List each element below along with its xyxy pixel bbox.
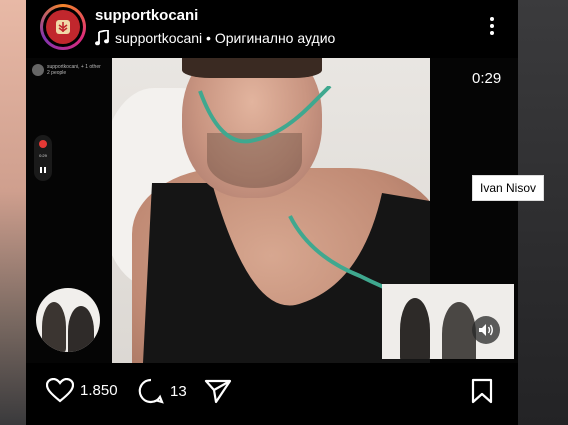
pip-circle-video[interactable]	[36, 288, 100, 352]
background-right	[518, 0, 568, 425]
person-right-a	[400, 298, 430, 359]
more-vertical-icon[interactable]	[484, 14, 500, 38]
hair	[182, 58, 322, 78]
person-left-b	[68, 306, 94, 352]
instagram-post: supportkocani supportkocani • Оригинално…	[26, 0, 518, 425]
oxygen-tube	[198, 86, 390, 292]
speaker-icon[interactable]	[472, 316, 500, 344]
person-right-b	[442, 302, 476, 359]
bookmark-icon[interactable]	[471, 378, 493, 404]
recording-indicator[interactable]: 0:29	[34, 135, 52, 181]
comment-count: 13	[170, 382, 187, 400]
post-actions: 1.850 13	[26, 363, 518, 425]
like-action[interactable]: 1.850	[46, 378, 118, 403]
like-count: 1.850	[80, 382, 118, 399]
call-subtitle: 2 people	[47, 70, 67, 76]
call-info: supportkocani, + 1 other 2 people	[32, 64, 101, 76]
audio-row[interactable]: supportkocani • Оригинално аудио	[95, 30, 335, 46]
post-username[interactable]: supportkocani	[95, 7, 198, 24]
send-icon[interactable]	[204, 378, 232, 404]
overlay-name-tag: Ivan Nisov	[472, 175, 545, 201]
background-left	[0, 0, 26, 425]
heart-icon[interactable]	[46, 378, 74, 403]
comment-icon[interactable]	[138, 378, 164, 404]
pause-icon[interactable]	[40, 167, 46, 173]
recording-time: 0:29	[39, 153, 47, 158]
share-action[interactable]	[204, 378, 232, 404]
video-player[interactable]: supportkocani, + 1 other 2 people 0:29 0…	[26, 58, 518, 363]
wheat-logo-icon	[56, 20, 70, 34]
audio-label: supportkocani • Оригинално аудио	[115, 30, 336, 46]
time-remaining: 0:29	[472, 70, 502, 87]
save-action[interactable]	[471, 378, 493, 404]
comment-action[interactable]: 13	[138, 378, 187, 404]
person-left-a	[42, 302, 66, 352]
avatar-logo	[46, 10, 80, 44]
music-note-icon	[95, 30, 109, 46]
call-avatar	[32, 64, 44, 76]
record-dot-icon	[39, 140, 47, 148]
profile-avatar[interactable]	[40, 4, 86, 50]
